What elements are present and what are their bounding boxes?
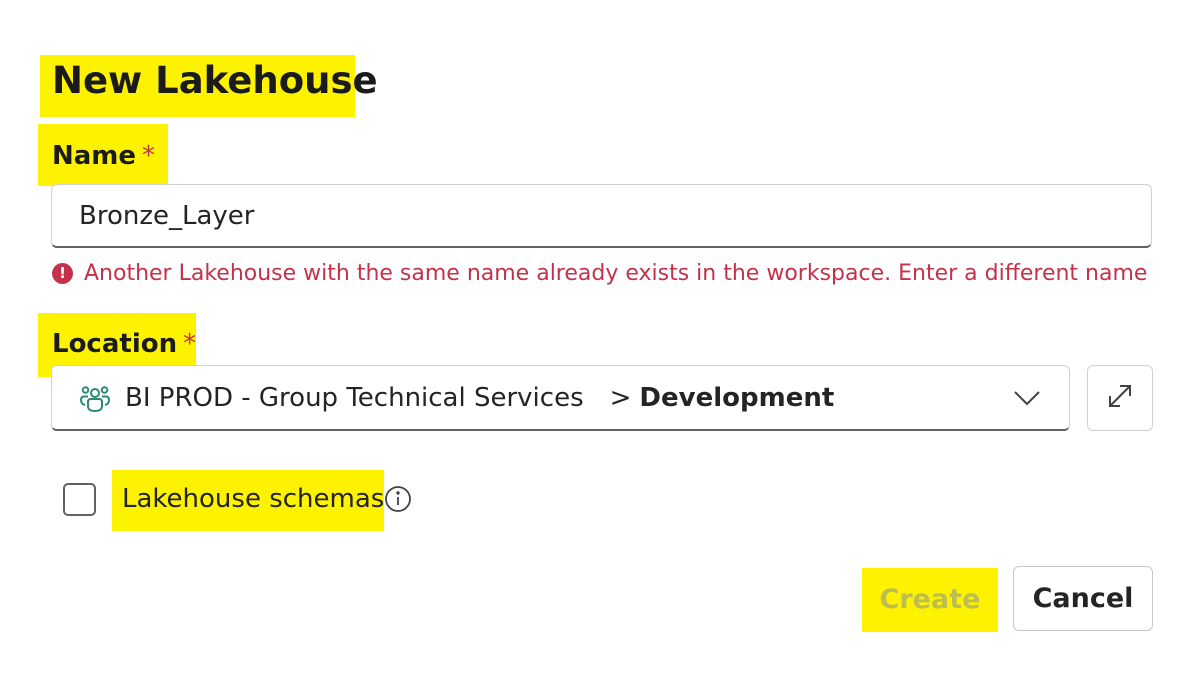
people-group-icon [79,382,111,414]
dialog-title: New Lakehouse [52,59,378,102]
name-label: Name * [52,138,155,174]
name-error: ! Another Lakehouse with the same name a… [52,258,1147,288]
error-icon: ! [52,262,73,284]
name-error-text: Another Lakehouse with the same name alr… [84,260,1148,286]
name-input[interactable] [52,185,1151,246]
folder-name: Development [639,382,835,413]
breadcrumb-separator: > [609,382,632,413]
expand-location-button[interactable] [1087,365,1153,431]
location-label-text: Location [52,329,178,359]
required-asterisk: * [142,141,156,171]
workspace-name: BI PROD - Group Technical Services [125,382,584,413]
lakehouse-schemas-checkbox[interactable] [63,483,96,516]
create-button[interactable]: Create [864,567,996,631]
new-lakehouse-dialog: New Lakehouse Name* ! Another Lakehouse … [0,0,1203,677]
required-asterisk: * [183,329,197,359]
name-input-wrapper [51,184,1152,248]
expand-arrow-icon [1106,382,1134,414]
name-label-text: Name [52,141,137,171]
info-icon[interactable] [384,485,412,513]
location-label: Location * [52,326,196,362]
cancel-button[interactable]: Cancel [1013,566,1153,631]
location-dropdown[interactable]: BI PROD - Group Technical Services > Dev… [51,365,1070,431]
lakehouse-schemas-label[interactable]: Lakehouse schemas [122,480,384,518]
chevron-down-icon [1013,386,1041,410]
